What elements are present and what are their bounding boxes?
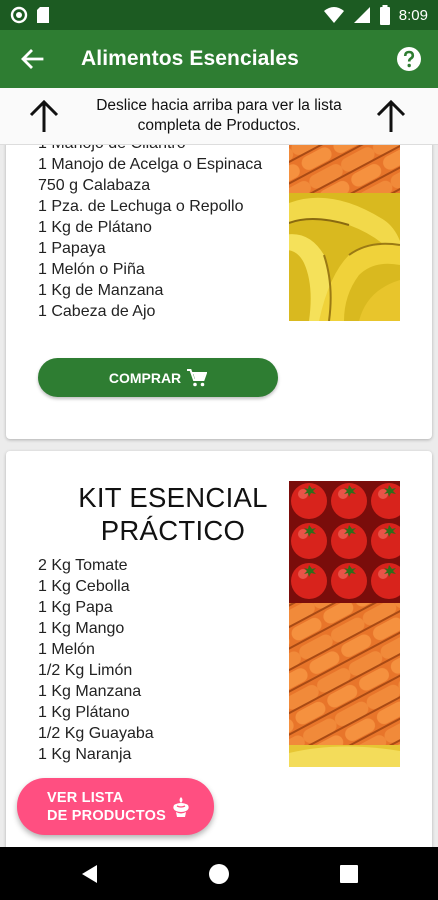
status-time: 8:09: [398, 6, 428, 24]
list-item: 1 Kg Mango: [38, 620, 125, 637]
product-kit-card: 1 Manojo de Cilantro 1 Manojo de Acelga …: [6, 145, 432, 439]
list-item: 1 Kg Naranja: [38, 746, 132, 763]
list-item: 1 Kg Manzana: [38, 683, 142, 700]
buy-button[interactable]: COMPRAR: [38, 358, 278, 397]
product-list[interactable]: 1 Manojo de Cilantro 1 Manojo de Acelga …: [0, 145, 438, 847]
app-bar: Alimentos Esenciales: [0, 30, 438, 88]
list-item: 1 Manojo de Cilantro: [38, 145, 283, 154]
list-item: 1 Pza. de Lechuga o Repollo: [38, 198, 244, 215]
battery-icon: [379, 5, 390, 25]
list-item: 1 Kg de Manzana: [38, 282, 164, 299]
swipe-hint-text: Deslice hacia arriba para ver la lista c…: [96, 97, 342, 134]
list-item: 1/2 Kg Guayaba: [38, 725, 154, 742]
home-circle-icon[interactable]: [207, 862, 231, 886]
shopping-cart-icon: [187, 368, 208, 386]
list-item: 1 Melón: [38, 641, 95, 658]
list-item: 1 Cabeza de Ajo: [38, 303, 156, 320]
kit-items-list: 1 Manojo de Cilantro 1 Manojo de Acelga …: [38, 145, 283, 322]
list-item: 1 Papaya: [38, 240, 106, 257]
back-triangle-icon[interactable]: [78, 862, 102, 886]
swipe-hint-banner: Deslice hacia arriba para ver la lista c…: [0, 88, 438, 145]
fab-label: VER LISTA DE PRODUCTOS: [47, 789, 166, 825]
sd-card-icon: [37, 7, 49, 23]
list-item: 1 Manojo de Acelga o Espinaca: [38, 156, 263, 173]
list-item: 1 Kg Plátano: [38, 704, 130, 721]
buy-button-label: COMPRAR: [108, 369, 182, 386]
kit-title: KIT ESENCIAL PRÁCTICO: [78, 482, 268, 546]
list-item: 750 g Calabaza: [38, 177, 151, 194]
signal-icon: [353, 7, 370, 23]
kit-items-list: 2 Kg Tomate 1 Kg Cebolla 1 Kg Papa 1 Kg …: [38, 555, 283, 765]
system-nav-bar: [0, 847, 438, 900]
list-item: 2 Kg Tomate: [38, 557, 128, 574]
arrow-up-icon: [29, 99, 59, 132]
produce-photo: [289, 481, 400, 767]
recents-square-icon[interactable]: [337, 862, 361, 886]
arrow-up-icon: [376, 99, 406, 132]
help-circle-icon[interactable]: [396, 46, 422, 72]
status-bar: 8:09: [0, 0, 438, 30]
list-item: 1 Kg Papa: [38, 599, 113, 616]
page-title: Alimentos Esenciales: [81, 47, 299, 70]
arrow-back-icon[interactable]: [18, 45, 46, 73]
list-item: 1/2 Kg Limón: [38, 662, 133, 679]
list-item: 1 Kg de Plátano: [38, 219, 152, 236]
wifi-icon: [323, 7, 344, 23]
fab-label-line1: VER LISTA: [47, 790, 124, 806]
list-item: 1 Kg Cebolla: [38, 578, 130, 595]
notification-circle-icon: [10, 6, 28, 24]
view-product-list-button[interactable]: VER LISTA DE PRODUCTOS: [17, 778, 214, 835]
fab-label-line2: DE PRODUCTOS: [47, 808, 166, 824]
list-item: 1 Melón o Piña: [38, 261, 145, 278]
produce-photo: [289, 145, 400, 321]
produce-icon: [173, 797, 189, 817]
